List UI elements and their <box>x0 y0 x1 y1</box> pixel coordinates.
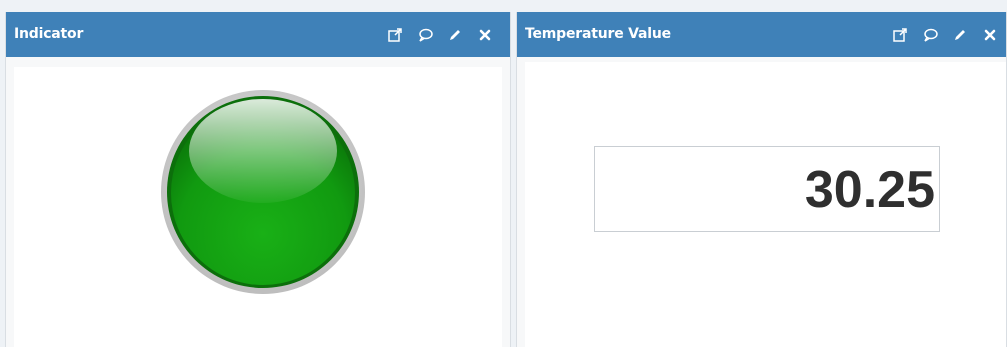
pencil-icon[interactable] <box>445 25 465 45</box>
external-link-icon[interactable] <box>890 25 910 45</box>
temperature-value-widget: Temperature Value 30.25 <box>516 12 1007 347</box>
widget-header: Temperature Value <box>517 12 1006 57</box>
pencil-icon[interactable] <box>950 25 970 45</box>
widget-title: Temperature Value <box>525 26 671 42</box>
dashboard: Indicator Temperature Value 30.25 <box>0 0 1007 347</box>
comment-icon[interactable] <box>415 25 435 45</box>
widget-body <box>14 67 502 347</box>
temperature-value: 30.25 <box>804 161 935 219</box>
close-icon[interactable] <box>980 25 1000 45</box>
external-link-icon[interactable] <box>385 25 405 45</box>
widget-toolbar <box>375 12 495 57</box>
status-indicator-light <box>160 89 366 295</box>
indicator-widget: Indicator <box>5 12 511 347</box>
widget-toolbar <box>880 12 1000 57</box>
widget-header: Indicator <box>6 12 510 57</box>
value-display: 30.25 <box>594 146 940 232</box>
close-icon[interactable] <box>475 25 495 45</box>
comment-icon[interactable] <box>920 25 940 45</box>
widget-title: Indicator <box>14 26 84 42</box>
widget-body: 30.25 <box>525 62 1006 347</box>
